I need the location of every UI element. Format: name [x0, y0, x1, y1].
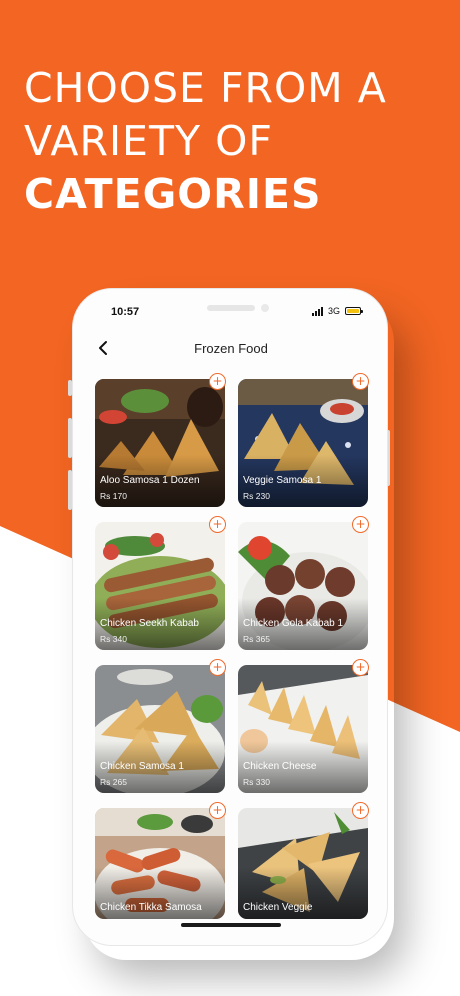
status-indicators: 3G: [311, 306, 363, 316]
add-to-cart-plus-icon[interactable]: +: [209, 802, 226, 819]
network-label: 3G: [327, 306, 340, 316]
phone-frame: 10:57 3G Frozen Food Aloo Samosa 1 Dozen…: [72, 288, 388, 946]
product-card[interactable]: Chicken Gola Kabab 1 Rs 365: [238, 522, 368, 650]
product-card[interactable]: Chicken Tikka Samosa: [95, 808, 225, 919]
top-nav: Frozen Food: [73, 337, 387, 361]
page-title: Frozen Food: [194, 341, 268, 356]
add-to-cart-plus-icon[interactable]: +: [209, 516, 226, 533]
phone-speaker: [207, 305, 255, 311]
product-price: Rs 330: [243, 777, 270, 787]
product-card[interactable]: Chicken Cheese Rs 330: [238, 665, 368, 793]
signal-icon: [311, 306, 323, 316]
product-card[interactable]: Chicken Veggie: [238, 808, 368, 919]
product-price: Rs 230: [243, 491, 270, 501]
product-price: Rs 170: [100, 491, 127, 501]
headline-line-1: CHOOSE FROM A: [24, 64, 387, 112]
product-card[interactable]: Aloo Samosa 1 Dozen Rs 170: [95, 379, 225, 507]
battery-icon: [345, 307, 363, 315]
promo-headline: CHOOSE FROM A VARIETY OF CATEGORIES: [24, 62, 444, 221]
product-name: Aloo Samosa 1 Dozen: [100, 475, 200, 486]
product-price: Rs 265: [100, 777, 127, 787]
headline-line-3: CATEGORIES: [24, 170, 322, 218]
product-name: Chicken Samosa 1: [100, 761, 184, 772]
status-time: 10:57: [111, 306, 140, 318]
headline-line-2: VARIETY OF: [24, 117, 273, 165]
product-card[interactable]: Chicken Samosa 1 Rs 265: [95, 665, 225, 793]
home-indicator[interactable]: [181, 923, 281, 927]
phone-camera: [261, 304, 269, 312]
product-name: Chicken Cheese: [243, 761, 317, 772]
add-to-cart-plus-icon[interactable]: +: [352, 802, 369, 819]
product-name: Chicken Seekh Kabab: [100, 618, 199, 629]
product-name: Veggie Samosa 1: [243, 475, 322, 486]
add-to-cart-plus-icon[interactable]: +: [352, 516, 369, 533]
add-to-cart-plus-icon[interactable]: +: [352, 373, 369, 390]
add-to-cart-plus-icon[interactable]: +: [209, 659, 226, 676]
product-price: Rs 365: [243, 634, 270, 644]
product-name: Chicken Tikka Samosa: [100, 902, 202, 913]
add-to-cart-plus-icon[interactable]: +: [209, 373, 226, 390]
product-name: Chicken Gola Kabab 1: [243, 618, 344, 629]
product-name: Chicken Veggie: [243, 902, 313, 913]
add-to-cart-plus-icon[interactable]: +: [352, 659, 369, 676]
product-price: Rs 340: [100, 634, 127, 644]
product-card[interactable]: Chicken Seekh Kabab Rs 340: [95, 522, 225, 650]
product-card[interactable]: Veggie Samosa 1 Rs 230: [238, 379, 368, 507]
